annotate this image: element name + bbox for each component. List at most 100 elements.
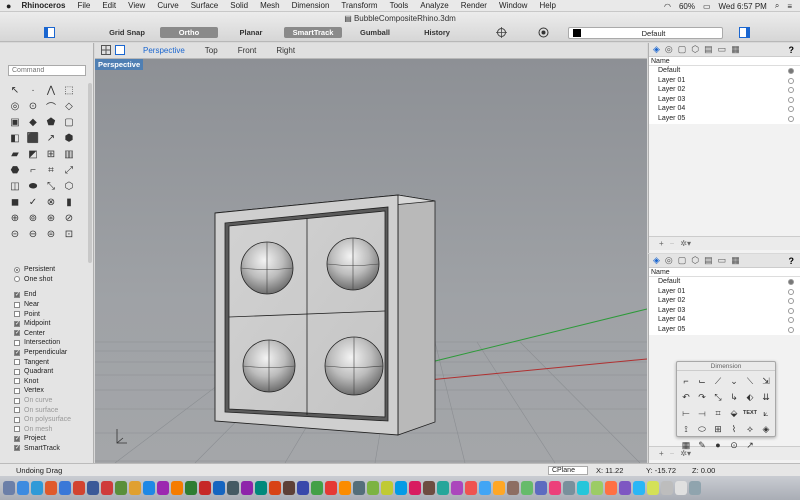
dimension-tool-icon[interactable]: ◈ [758,421,774,437]
dock-app-icon[interactable] [185,481,197,495]
layer-row[interactable]: Layer 04 [649,315,800,325]
current-layer-radio[interactable] [788,317,794,324]
radio-button[interactable] [14,266,20,273]
current-layer-radio[interactable] [788,288,794,295]
menu-dimension[interactable]: Dimension [292,1,330,10]
dock-app-icon[interactable] [507,481,519,495]
single-view-icon[interactable] [115,44,125,57]
tool-icon[interactable]: ▢ [62,115,76,129]
tab-right[interactable]: Right [266,46,305,55]
tool-icon[interactable]: ⤢ [62,163,76,177]
tool-icon[interactable]: ◆ [26,115,40,129]
dimension-tool-icon[interactable]: ↷ [694,389,710,405]
mode-history-button[interactable]: History [408,27,466,38]
tool-icon[interactable]: ⊘ [62,211,76,225]
layer-row[interactable]: Layer 01 [649,75,800,86]
current-layer-radio[interactable] [788,68,794,74]
tool-icon[interactable]: ⌒ [44,99,58,114]
osnap-smarttrack[interactable]: ✓ SmartTrack [14,444,71,454]
checkbox[interactable] [14,368,20,375]
tool-icon[interactable]: ▰ [8,147,22,161]
dimension-tool-icon[interactable]: TEXT [742,405,758,421]
dimension-tool-icon[interactable]: ⟟ [678,421,694,437]
dimension-tool-icon[interactable]: ↗ [742,437,758,453]
dimension-tool-icon[interactable]: ⟀ [758,405,774,421]
dock-app-icon[interactable] [297,481,309,495]
tool-icon[interactable]: ⊝ [8,227,22,241]
mode-smarttrack-button[interactable]: SmartTrack [284,27,342,38]
gear-icon[interactable]: ✲▾ [680,239,691,248]
current-layer-radio[interactable] [788,115,794,122]
tool-icon[interactable]: ⊡ [62,227,76,241]
dock-app-icon[interactable] [563,481,575,495]
layer-row[interactable]: Default [649,66,800,76]
display-icon[interactable]: ▭ [718,44,727,55]
tool-icon[interactable]: ⋀ [44,83,58,97]
dock-app-icon[interactable] [17,481,29,495]
remove-layer-icon[interactable]: − [670,239,675,248]
menu-file[interactable]: File [77,1,90,10]
battery-icon[interactable]: ▭ [703,2,711,11]
menu-surface[interactable]: Surface [191,1,219,10]
dock-app-icon[interactable] [283,481,295,495]
radio-button[interactable] [14,276,20,283]
dock-app-icon[interactable] [255,481,267,495]
osnap-on-mesh[interactable]: On mesh [14,425,71,435]
dock-app-icon[interactable] [59,481,71,495]
mode-ortho-button[interactable]: Ortho [160,27,218,38]
dimension-tool-icon[interactable]: ⬭ [694,421,710,437]
checkbox[interactable]: ✓ [14,330,20,337]
tab-top[interactable]: Top [195,46,228,55]
dock-app-icon[interactable] [311,481,323,495]
dimension-tool-icon[interactable]: ⟝ [678,405,694,421]
current-layer-radio[interactable] [788,106,794,113]
osnap-perpendicular[interactable]: ✓ Perpendicular [14,348,71,358]
current-layer-radio[interactable] [788,326,794,333]
tool-icon[interactable]: ⊞ [44,147,58,161]
layers-icon[interactable]: ◈ [653,255,660,266]
dock-app-icon[interactable] [423,481,435,495]
command-input[interactable] [8,65,86,76]
tool-icon[interactable]: ◎ [8,99,22,113]
current-layer-radio[interactable] [788,307,794,314]
dimension-tool-icon[interactable]: ⬖ [742,389,758,405]
help-icon[interactable]: ? [789,45,795,55]
dock-app-icon[interactable] [381,481,393,495]
dimension-tool-icon[interactable]: ⟍ [742,373,758,389]
checkbox[interactable]: ✓ [14,320,20,327]
tool-palette-scrollbar[interactable] [88,83,92,263]
dock-app-icon[interactable] [143,481,155,495]
layer-row[interactable]: Layer 03 [649,305,800,316]
dock-app-icon[interactable] [73,481,85,495]
dimension-palette[interactable]: Dimension ⌐ ⌙ ⟋ ⌄ ⟍ ⇲ ↶ ↷ ⤡ ↳ ⬖ ⇊ ⟝ ⟞ ⌗ ⬙ TEXT ⟀ ⟟ ⬭ ⊞ ⌇ ⟡ ◈ ▦ ✎ ●… [676,361,776,450]
dock-app-icon[interactable] [31,481,43,495]
apple-icon[interactable]: ● [6,1,11,11]
cube-icon[interactable]: ⬡ [691,255,699,266]
properties-icon[interactable]: ◎ [665,44,673,55]
tool-icon[interactable]: ⬛ [26,131,40,145]
tool-icon[interactable]: ⬢ [62,131,76,145]
dock-app-icon[interactable] [689,481,701,495]
notes-icon[interactable]: ▦ [731,255,740,266]
dock-app-icon[interactable] [479,481,491,495]
dock-app-icon[interactable] [577,481,589,495]
osnap-midpoint[interactable]: ✓ Midpoint [14,319,71,329]
document-icon[interactable]: ▤ [704,44,713,55]
dock-app-icon[interactable] [535,481,547,495]
dock-app-icon[interactable] [465,481,477,495]
checkbox[interactable] [14,416,20,423]
dock-app-icon[interactable] [269,481,281,495]
tool-icon[interactable]: ▣ [8,115,22,129]
dock-app-icon[interactable] [115,481,127,495]
checkbox[interactable] [14,378,20,385]
search-icon[interactable]: ⌕ [775,1,779,11]
dock-app-icon[interactable] [647,481,659,495]
dimension-tool-icon[interactable]: ⌄ [726,373,742,389]
dock-app-icon[interactable] [101,481,113,495]
current-layer-radio[interactable] [788,298,794,305]
tool-icon[interactable]: ⬣ [8,163,22,177]
grid-layout-icon[interactable] [101,44,111,57]
dimension-tool-icon[interactable]: ⤡ [710,389,726,405]
tool-icon[interactable]: ↗ [44,131,58,145]
layer-row[interactable]: Layer 02 [649,296,800,306]
